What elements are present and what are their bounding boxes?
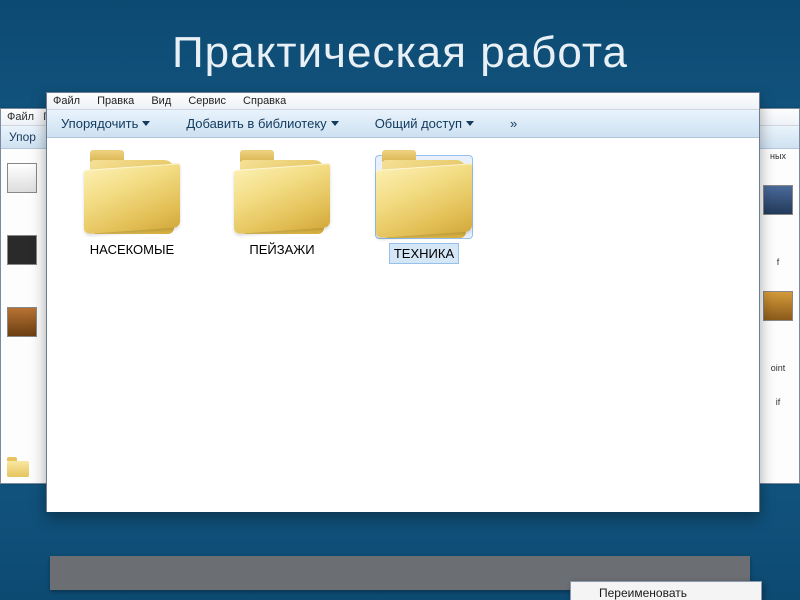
context-menu-rename[interactable]: Переименовать xyxy=(571,582,761,600)
thumb-label: f xyxy=(763,257,793,267)
toolbar-share-label: Общий доступ xyxy=(375,116,462,131)
menu-help[interactable]: Справка xyxy=(243,95,286,107)
folder-item[interactable]: ПЕЙЗАЖИ xyxy=(217,156,347,259)
folder-label: ПЕЙЗАЖИ xyxy=(245,240,318,259)
folder-icon xyxy=(7,461,29,477)
thumb-label: ных xyxy=(763,151,793,161)
toolbar-add-library[interactable]: Добавить в библиотеку xyxy=(186,116,338,131)
menu-file[interactable]: Файл xyxy=(53,95,80,107)
thumb-label: oint xyxy=(763,363,793,373)
folder-item-selected[interactable]: ТЕХНИКА xyxy=(359,156,489,263)
folder-label: НАСЕКОМЫЕ xyxy=(86,240,178,259)
menu-view[interactable]: Вид xyxy=(151,95,171,107)
slide-title: Практическая работа xyxy=(0,28,800,78)
thumb-icon xyxy=(763,291,793,321)
thumb-icon xyxy=(7,235,37,265)
thumb-icon xyxy=(763,185,793,215)
toolbar-organize-label: Упорядочить xyxy=(61,116,138,131)
back-right-thumbs: ных f oint if xyxy=(763,149,793,431)
back-left-thumbs xyxy=(7,163,37,379)
toolbar: Упорядочить Добавить в библиотеку Общий … xyxy=(47,110,759,138)
thumb-icon xyxy=(7,307,37,337)
chevron-down-icon xyxy=(466,121,474,126)
toolbar-share[interactable]: Общий доступ xyxy=(375,116,474,131)
slide: Практическая работа Файл Правка Вид Серв… xyxy=(0,0,800,600)
folder-icon xyxy=(234,156,330,234)
chevron-down-icon xyxy=(331,121,339,126)
folder-label: ТЕХНИКА xyxy=(390,244,458,263)
chevron-down-icon xyxy=(142,121,150,126)
toolbar-organize[interactable]: Упорядочить xyxy=(61,116,150,131)
thumb-label: if xyxy=(763,397,793,407)
menubar: Файл Правка Вид Сервис Справка xyxy=(47,93,759,110)
menu-edit[interactable]: Правка xyxy=(97,95,134,107)
folder-item[interactable]: НАСЕКОМЫЕ xyxy=(67,156,197,259)
folder-area[interactable]: НАСЕКОМЫЕ ПЕЙЗАЖИ ТЕХНИКА xyxy=(47,138,759,512)
context-menu[interactable]: Переименовать xyxy=(570,581,762,600)
folder-icon xyxy=(84,156,180,234)
toolbar-add-library-label: Добавить в библиотеку xyxy=(186,116,326,131)
menu-tools[interactable]: Сервис xyxy=(188,95,226,107)
toolbar-more[interactable]: » xyxy=(510,116,517,131)
folder-icon xyxy=(376,156,472,238)
thumb-icon xyxy=(7,163,37,193)
explorer-window-front: Файл Правка Вид Сервис Справка Упорядочи… xyxy=(46,92,760,512)
